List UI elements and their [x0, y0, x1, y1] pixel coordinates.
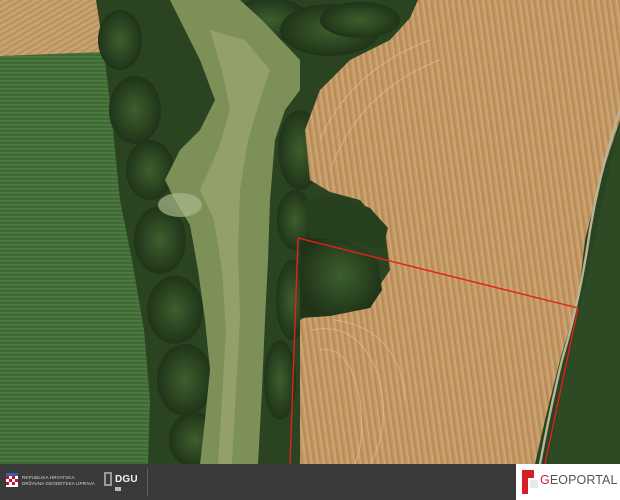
crop-field-upper-left [0, 0, 104, 56]
geoportal-wordmark: GEOPORTAL [540, 473, 618, 487]
footer-bar: REPUBLIKA HRVATSKA DRŽAVNA GEODETSKA UPR… [0, 464, 620, 500]
dgu-label: DGU [115, 474, 138, 485]
dgu-sub-mark [115, 487, 121, 491]
croatian-crest-icon [6, 473, 18, 487]
organization-name: REPUBLIKA HRVATSKA DRŽAVNA GEODETSKA UPR… [22, 475, 95, 487]
footer-divider [147, 468, 148, 496]
geoportal-mark-icon [522, 470, 538, 494]
geoportal-rest: EOPORTAL [549, 473, 618, 487]
geoportal-logo[interactable]: GEOPORTAL [516, 464, 620, 500]
wetland-pool [158, 193, 202, 217]
org-line-2: DRŽAVNA GEODETSKA UPRAVA [22, 481, 95, 486]
aerial-map[interactable] [0, 0, 620, 464]
geoportal-prefix: G [540, 473, 550, 487]
dgu-logo-icon [104, 472, 112, 486]
